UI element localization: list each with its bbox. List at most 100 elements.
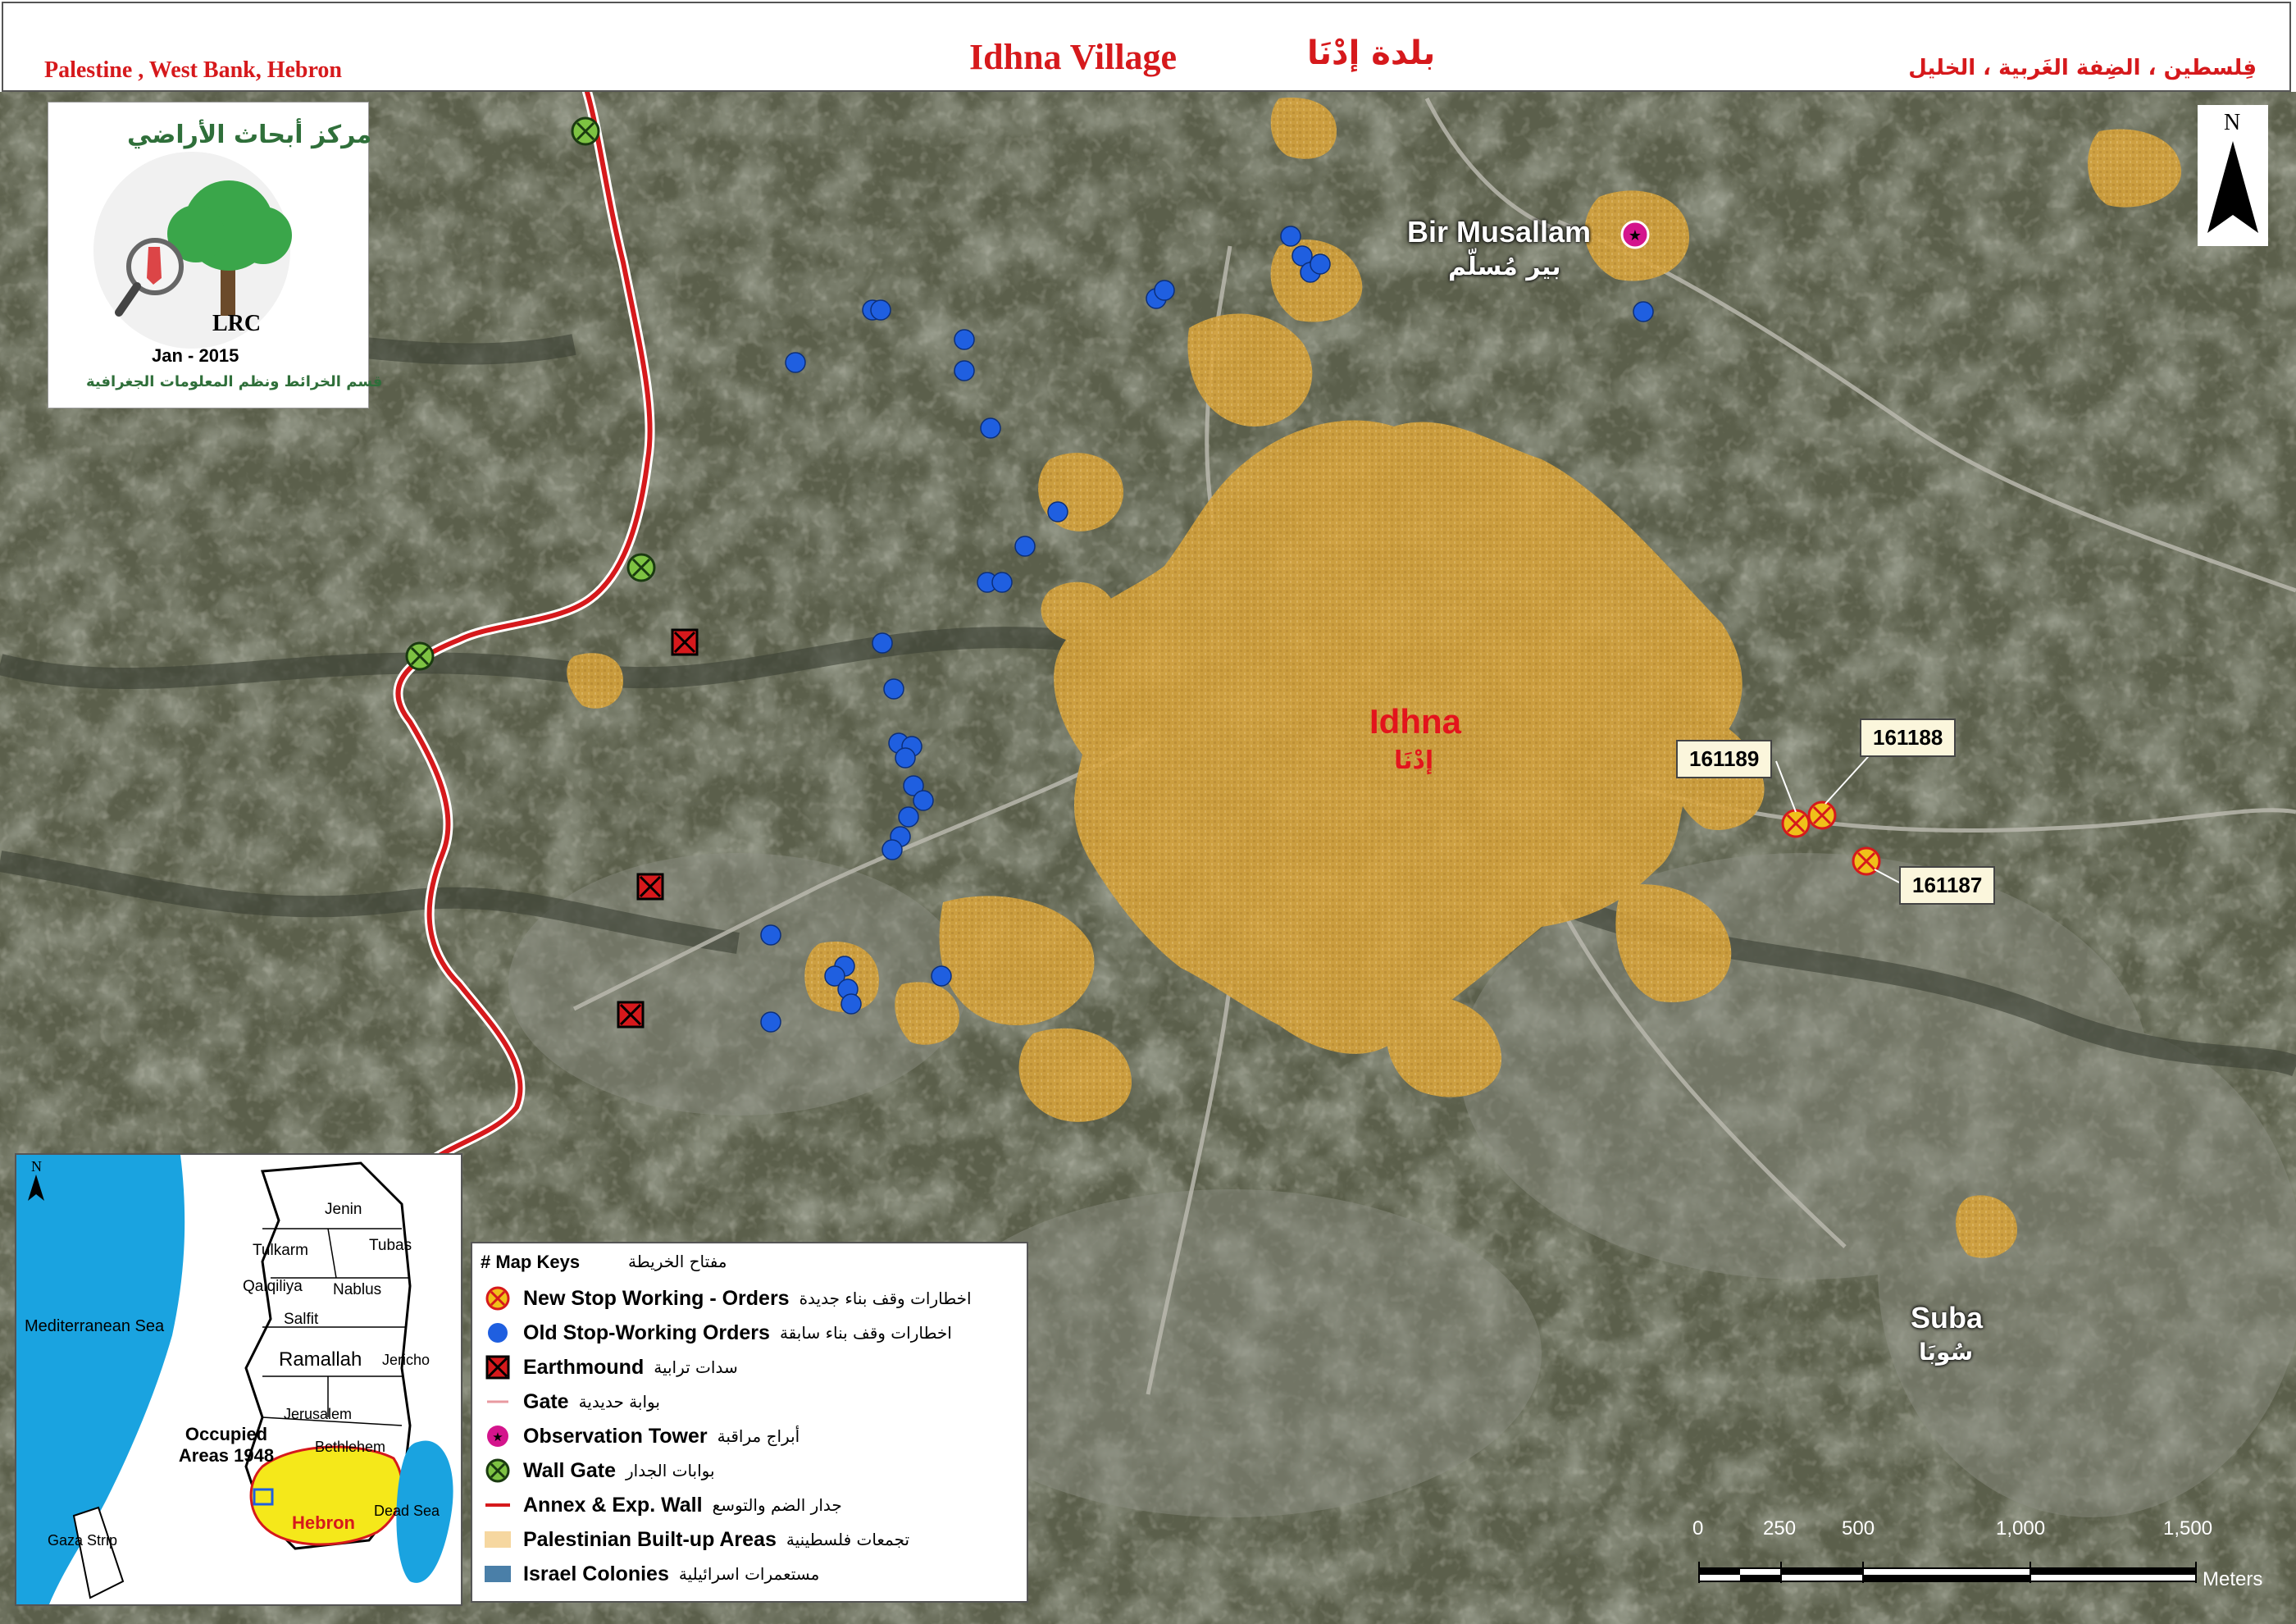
svg-text:★: ★ xyxy=(1629,227,1642,244)
inset-dead-sea-label: Dead Sea xyxy=(374,1503,440,1519)
earthmound-marker xyxy=(671,628,699,656)
inset-map: N Mediterranean Sea Jenin Tubas Tulkarm … xyxy=(15,1153,462,1606)
callout-161189: 161189 xyxy=(1676,740,1773,778)
wall-gate-marker xyxy=(571,116,600,146)
legend-label: Israel Colonies xyxy=(523,1562,669,1585)
legend-label: Earthmound xyxy=(523,1355,645,1379)
old-order-marker xyxy=(913,790,934,811)
inset-qalqiliya: Qalqiliya xyxy=(243,1278,303,1295)
legend-row-wall-gate: Wall Gate بوابات الجدار xyxy=(484,1455,715,1486)
callout-161187: 161187 xyxy=(1899,866,1996,905)
inset-north-label: N xyxy=(31,1158,42,1175)
logo-department: قسم الخرائط ونظم المعلومات الجغرافية xyxy=(86,373,383,390)
legend-label-arabic: سدات ترابية xyxy=(654,1357,738,1377)
old-order-marker xyxy=(840,993,862,1015)
old-order-marker xyxy=(954,360,975,381)
legend-row-new-orders: New Stop Working - Orders اخطارات وقف بن… xyxy=(484,1283,972,1314)
scale-bar: 0 250 500 1,000 1,500 Meters xyxy=(1681,1493,2288,1608)
legend-row-colonies: Israel Colonies مستعمرات اسرائيلية xyxy=(484,1558,819,1590)
inset-jericho: Jericho xyxy=(382,1352,430,1368)
old-order-marker xyxy=(980,417,1001,439)
old-order-marker xyxy=(870,299,891,321)
observation-tower-marker: ★ xyxy=(1620,220,1650,249)
old-order-marker xyxy=(1310,253,1331,275)
map-frame: ★ Palestine , West Bank, Hebron Idhna Vi… xyxy=(0,0,2296,1624)
callout-161188: 161188 xyxy=(1860,718,1957,757)
inset-ramallah: Ramallah xyxy=(279,1348,362,1371)
inset-jenin: Jenin xyxy=(325,1201,362,1218)
old-order-marker xyxy=(883,678,904,700)
legend-row-tower: ★ Observation Tower أبراج مراقبة xyxy=(484,1421,800,1452)
legend-label-arabic: أبراج مراقبة xyxy=(717,1426,800,1446)
place-label-idhna: Idhna xyxy=(1369,702,1461,741)
logo-date: Jan - 2015 xyxy=(152,345,239,366)
inset-jerusalem: Jerusalem xyxy=(284,1406,353,1422)
wall-gate-marker xyxy=(626,553,656,582)
new-order-marker xyxy=(1807,801,1837,830)
scale-bar-graphic xyxy=(1698,1562,2197,1583)
map-title-arabic: بلدة إدْنَا xyxy=(1307,34,1436,72)
inset-hebron-label: Hebron xyxy=(292,1512,355,1533)
legend-label-arabic: بوابات الجدار xyxy=(626,1461,715,1480)
colony-swatch xyxy=(485,1566,511,1582)
inset-mediterranean: Mediterranean Sea xyxy=(25,1317,165,1335)
inset-gaza-label: Gaza Strip xyxy=(48,1532,118,1549)
old-order-marker xyxy=(872,632,893,654)
legend-row-gate: Gate بوابة حديدية xyxy=(484,1386,660,1417)
builtup-swatch xyxy=(485,1531,511,1548)
region-label: Palestine , West Bank, Hebron xyxy=(44,57,343,83)
old-order-marker xyxy=(785,352,806,373)
old-order-marker xyxy=(954,329,975,350)
map-header: Palestine , West Bank, Hebron Idhna Vill… xyxy=(2,2,2291,92)
legend-label: Palestinian Built-up Areas xyxy=(523,1527,777,1551)
old-order-marker xyxy=(895,747,916,769)
inset-occupied-1948: Occupied Areas 1948 xyxy=(178,1424,275,1466)
old-order-marker xyxy=(1047,501,1068,522)
legend-title: # Map Keys xyxy=(481,1252,581,1272)
wall-gate-icon xyxy=(485,1458,510,1483)
old-order-marker xyxy=(991,572,1013,593)
old-order-marker xyxy=(882,839,903,860)
legend-label: Wall Gate xyxy=(523,1458,616,1482)
wall-gate-marker xyxy=(405,641,435,671)
place-label-bir-musallam: Bir Musallam xyxy=(1407,215,1592,249)
old-order-marker xyxy=(1154,280,1175,301)
inset-salfit: Salfit xyxy=(284,1311,319,1328)
legend-label: Annex & Exp. Wall xyxy=(523,1493,703,1517)
map-legend: # Map Keys مفتاح الخريطة New Stop Workin… xyxy=(471,1242,1028,1603)
new-order-marker xyxy=(1781,809,1811,838)
legend-label-arabic: جدار الضم والتوسع xyxy=(712,1495,842,1515)
legend-label: Old Stop-Working Orders xyxy=(523,1321,770,1344)
legend-row-earthmound: Earthmound سدات ترابية xyxy=(484,1352,738,1383)
place-label-suba: Suba xyxy=(1911,1301,1984,1334)
earthmound-marker xyxy=(636,873,664,901)
logo-org: LRC xyxy=(212,311,262,336)
legend-label-arabic: بوابة حديدية xyxy=(578,1392,660,1412)
earthmound-marker xyxy=(617,1001,645,1029)
legend-row-wall: Annex & Exp. Wall جدار الضم والتوسع xyxy=(484,1489,842,1521)
legend-row-builtup: Palestinian Built-up Areas تجمعات فلسطين… xyxy=(484,1524,909,1555)
logo-arc-text: مركز أبحاث الأراضي xyxy=(127,121,372,149)
old-order-marker xyxy=(898,806,919,828)
legend-row-old-orders: Old Stop-Working Orders اخطارات وقف بناء… xyxy=(484,1317,952,1348)
legend-label-arabic: اخطارات وقف بناء سابقة xyxy=(779,1323,952,1343)
old-order-icon xyxy=(488,1323,508,1343)
legend-label-arabic: مستعمرات اسرائيلية xyxy=(678,1564,820,1584)
old-order-marker xyxy=(760,924,781,946)
old-order-marker xyxy=(1014,536,1036,557)
legend-label: Observation Tower xyxy=(523,1424,708,1448)
map-title: Idhna Village xyxy=(969,37,1178,77)
inset-bethlehem: Bethlehem xyxy=(315,1439,386,1455)
region-label-arabic: فِلسطين ، الضِفة الغَربية ، الخليل xyxy=(1908,56,2257,80)
legend-label-arabic: تجمعات فلسطينية xyxy=(786,1530,910,1549)
earthmound-icon xyxy=(485,1355,510,1380)
scale-unit: Meters xyxy=(2203,1568,2263,1590)
legend-title-arabic: مفتاح الخريطة xyxy=(628,1252,727,1271)
svg-text:★: ★ xyxy=(492,1430,503,1444)
legend-label: New Stop Working - Orders xyxy=(523,1286,790,1310)
inset-nablus: Nablus xyxy=(333,1281,382,1298)
lrc-logo: مركز أبحاث الأراضي LRC Jan - 2015 قسم ال… xyxy=(48,102,382,408)
north-arrow-icon xyxy=(2207,141,2258,233)
place-label-suba-arabic: سُوبَا xyxy=(1919,1339,1974,1366)
legend-label: Gate xyxy=(523,1389,569,1413)
